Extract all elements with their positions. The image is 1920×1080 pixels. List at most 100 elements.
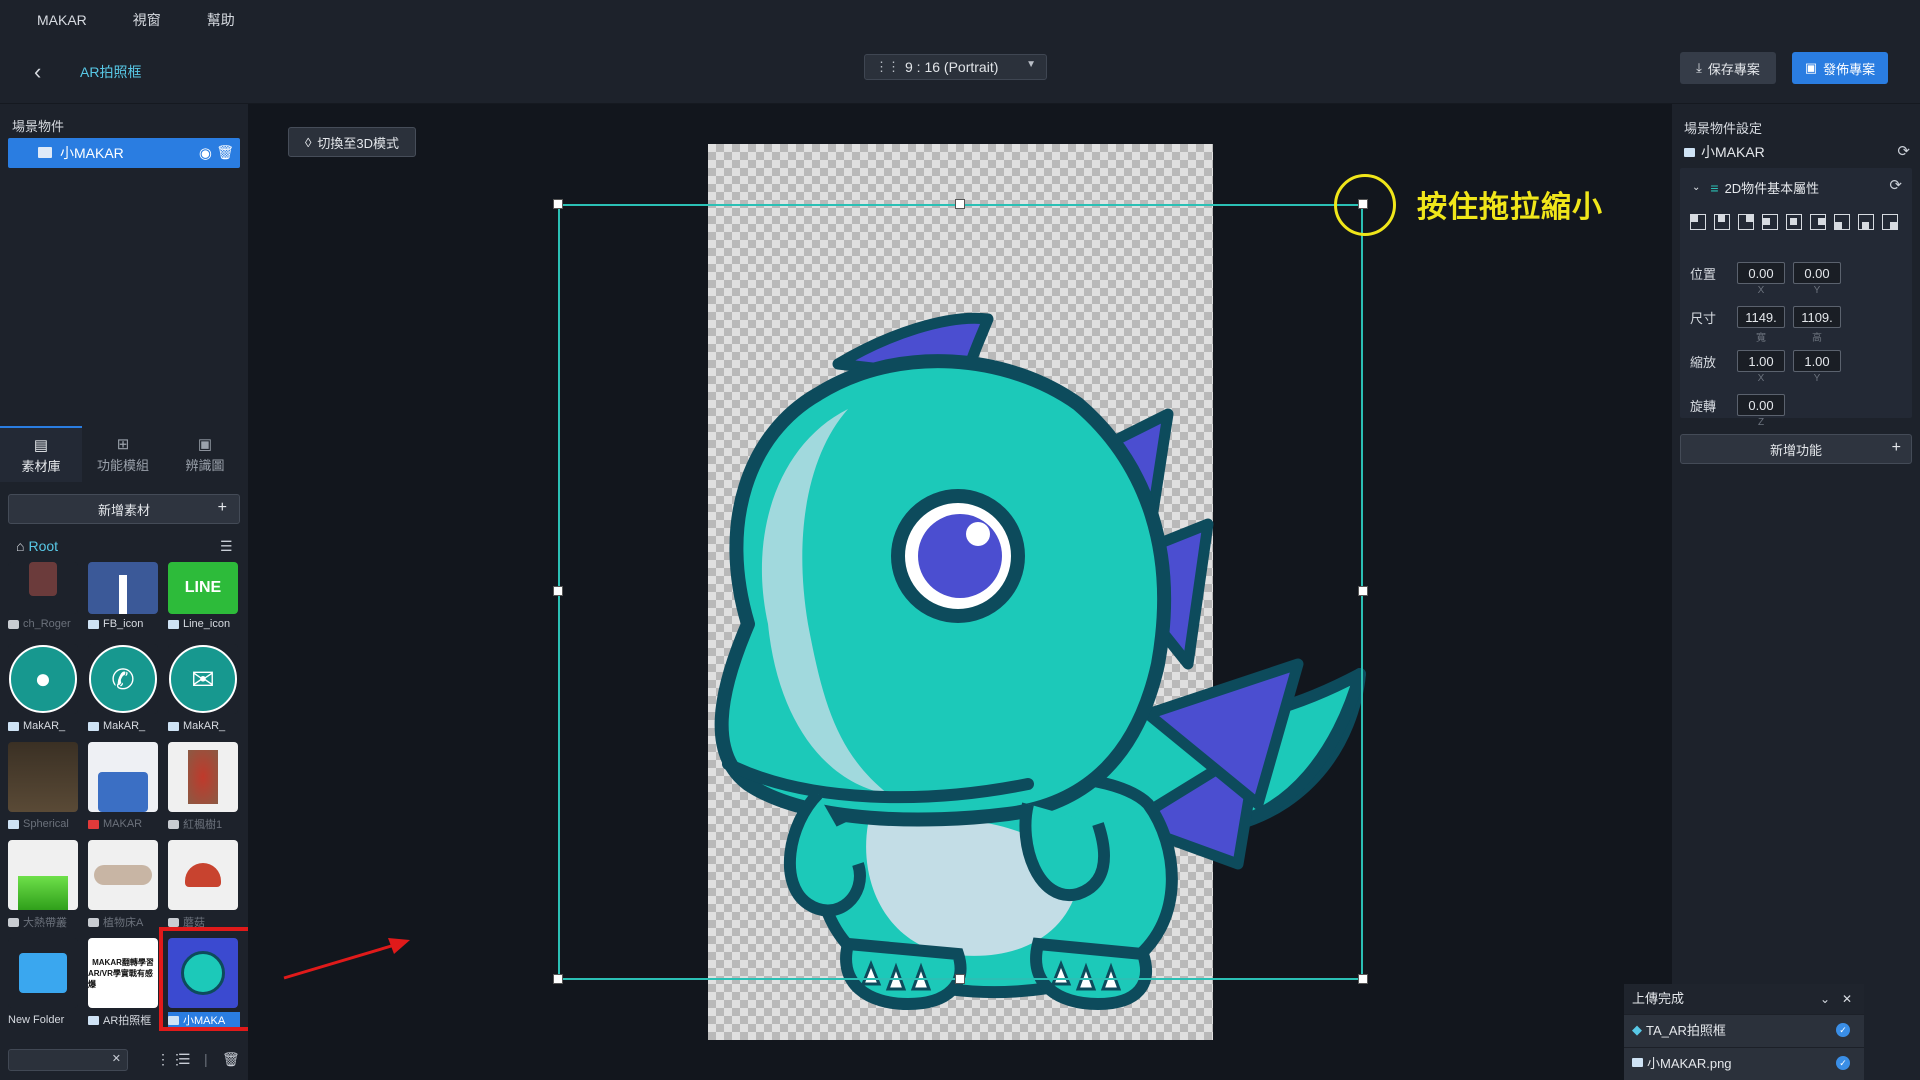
tab-targets[interactable]: ▣ 辨識圖 (164, 426, 246, 482)
sort-icon[interactable]: ☰ (220, 538, 233, 555)
menu-window[interactable]: 視窗 (133, 10, 161, 30)
list-view-icon[interactable]: ☰ (178, 1051, 191, 1068)
asset-thumbnail (88, 840, 158, 910)
image-icon (168, 619, 179, 629)
menu-bar: MAKAR 視窗 幫助 (0, 0, 1920, 40)
asset-label-text: 大熱帶叢 (23, 917, 67, 929)
asset-label-text: MakAR_ (23, 720, 66, 732)
chevron-down-icon[interactable]: ⌄ (1820, 984, 1830, 1014)
anchor-top-icon[interactable] (1714, 214, 1730, 230)
back-icon[interactable]: ‹ (34, 60, 58, 84)
resize-handle-right[interactable] (1358, 586, 1368, 596)
asset-item[interactable]: ✆ MakAR_ (88, 644, 158, 740)
anchor-bottom-right-icon[interactable] (1882, 214, 1898, 230)
anchor-top-left-icon[interactable] (1690, 214, 1706, 230)
asset-item[interactable]: 蘑菇 (168, 840, 238, 936)
anchor-right-icon[interactable] (1810, 214, 1826, 230)
add-feature-button[interactable]: 新增功能 + (1680, 434, 1912, 464)
asset-search-input[interactable]: ✕ (8, 1049, 128, 1071)
asset-item[interactable]: Spherical (8, 742, 78, 838)
asset-item[interactable]: 紅楓樹1 (168, 742, 238, 838)
scale-y-input[interactable]: 1.00 (1793, 350, 1841, 372)
resize-handle-bottom[interactable] (955, 974, 965, 984)
anchor-left-icon[interactable] (1762, 214, 1778, 230)
size-height-input[interactable]: 1109. (1793, 306, 1841, 328)
upload-header: 上傳完成 ⌄ ✕ (1624, 984, 1864, 1014)
cube-icon (88, 917, 99, 927)
asset-label-text: Spherical (23, 818, 69, 830)
eye-icon[interactable]: ◉ (199, 144, 212, 162)
asset-label-text: AR拍照框 (103, 1015, 152, 1027)
section-header[interactable]: ⌄ ≡ 2D物件基本屬性 (1692, 178, 1819, 197)
tab-assets-label: 素材庫 (21, 458, 61, 474)
reset-icon[interactable]: ⟳ (1889, 176, 1902, 194)
anchor-bottom-icon[interactable] (1858, 214, 1874, 230)
anchor-bottom-left-icon[interactable] (1834, 214, 1850, 230)
tab-modules[interactable]: ⊞ 功能模組 (82, 426, 164, 482)
properties-title: 場景物件設定 (1684, 121, 1763, 136)
scale-x-input[interactable]: 1.00 (1737, 350, 1785, 372)
refresh-icon[interactable]: ⟳ (1897, 142, 1910, 160)
tab-assets[interactable]: ▤ 素材庫 (0, 426, 82, 482)
images-icon: ▤ (33, 436, 49, 454)
asset-item[interactable]: New Folder (8, 938, 78, 1034)
close-icon[interactable]: ✕ (1842, 984, 1852, 1014)
image-icon (168, 721, 179, 731)
add-feature-label: 新增功能 (1769, 442, 1822, 458)
asset-thumbnail (168, 840, 238, 910)
resize-handle-top[interactable] (955, 199, 965, 209)
asset-item[interactable]: MAKAR (88, 742, 158, 838)
cube-icon (8, 917, 19, 927)
asset-item[interactable]: ✉ MakAR_ (168, 644, 238, 740)
chevron-down-icon: ▼ (1026, 59, 1036, 70)
scene-item-xiaomakar[interactable]: 小MAKAR ◉ 🗑 (8, 138, 240, 168)
trash-icon[interactable]: 🗑 (216, 144, 234, 161)
rotation-z-input[interactable]: 0.00 (1737, 394, 1785, 416)
asset-item[interactable]: ● MakAR_ (8, 644, 78, 740)
position-x-input[interactable]: 0.00 (1737, 262, 1785, 284)
asset-item[interactable]: 植物床A (88, 840, 158, 936)
tab-modules-label: 功能模組 (96, 457, 149, 473)
image-icon (38, 147, 52, 158)
breadcrumb[interactable]: ⌂ Root (16, 538, 58, 554)
trash-icon[interactable]: 🗑 (222, 1051, 240, 1068)
hint-circle-annotation (1334, 174, 1396, 236)
resize-handle-bottom-right[interactable] (1358, 974, 1368, 984)
aspect-ratio-select[interactable]: ⋮⋮ 9 : 16 (Portrait) ▼ (864, 54, 1047, 80)
size-width-input[interactable]: 1149. (1737, 306, 1785, 328)
plus-icon: + (1891, 439, 1901, 456)
asset-label-text: Line_icon (183, 618, 231, 630)
publish-project-button[interactable]: ▣ 發佈專案 (1792, 52, 1888, 84)
scale-label: 縮放 (1690, 355, 1717, 370)
clear-icon[interactable]: ✕ (112, 1052, 121, 1065)
asset-thumbnail (88, 562, 158, 614)
asset-thumbnail (88, 742, 158, 812)
add-asset-label: 新增素材 (97, 502, 150, 518)
asset-label-text: MakAR_ (183, 720, 226, 732)
save-project-button[interactable]: ⤓ 保存專案 (1680, 52, 1776, 84)
home-icon: ⌂ (16, 538, 25, 554)
asset-tabs: ▤ 素材庫 ⊞ 功能模組 ▣ 辨識圖 (0, 426, 248, 482)
asset-label: FB_icon (88, 616, 160, 632)
scan-icon: ▣ (197, 435, 213, 453)
asset-label-text: MakAR_ (103, 720, 146, 732)
section-title: 2D物件基本屬性 (1724, 181, 1820, 196)
editor-canvas[interactable]: ◊ 切換至3D模式 按住拖拉縮小 (248, 104, 1672, 1080)
video-icon (88, 819, 99, 829)
menu-help[interactable]: 幫助 (207, 10, 235, 30)
asset-item[interactable]: MAKAR翻轉學習 AR/VR學實戰有感爆 AR拍照框 (88, 938, 158, 1034)
asset-item[interactable]: 大熱帶叢 (8, 840, 78, 936)
position-y-input[interactable]: 0.00 (1793, 262, 1841, 284)
asset-thumbnail: MAKAR翻轉學習 AR/VR學實戰有感爆 (88, 938, 158, 1008)
asset-thumbnail (168, 742, 238, 812)
image-icon (8, 721, 19, 731)
anchor-top-right-icon[interactable] (1738, 214, 1754, 230)
menu-makar[interactable]: MAKAR (37, 12, 87, 28)
anchor-center-icon[interactable] (1786, 214, 1802, 230)
selection-bounding-box[interactable] (558, 204, 1363, 980)
upload-icon: ▣ (1804, 60, 1818, 75)
asset-label: 植物床A (88, 914, 160, 930)
asset-label: MakAR_ (88, 718, 160, 734)
upload-item: 小MAKAR.png ✓ (1624, 1047, 1864, 1077)
add-asset-button[interactable]: 新增素材 + (8, 494, 240, 524)
